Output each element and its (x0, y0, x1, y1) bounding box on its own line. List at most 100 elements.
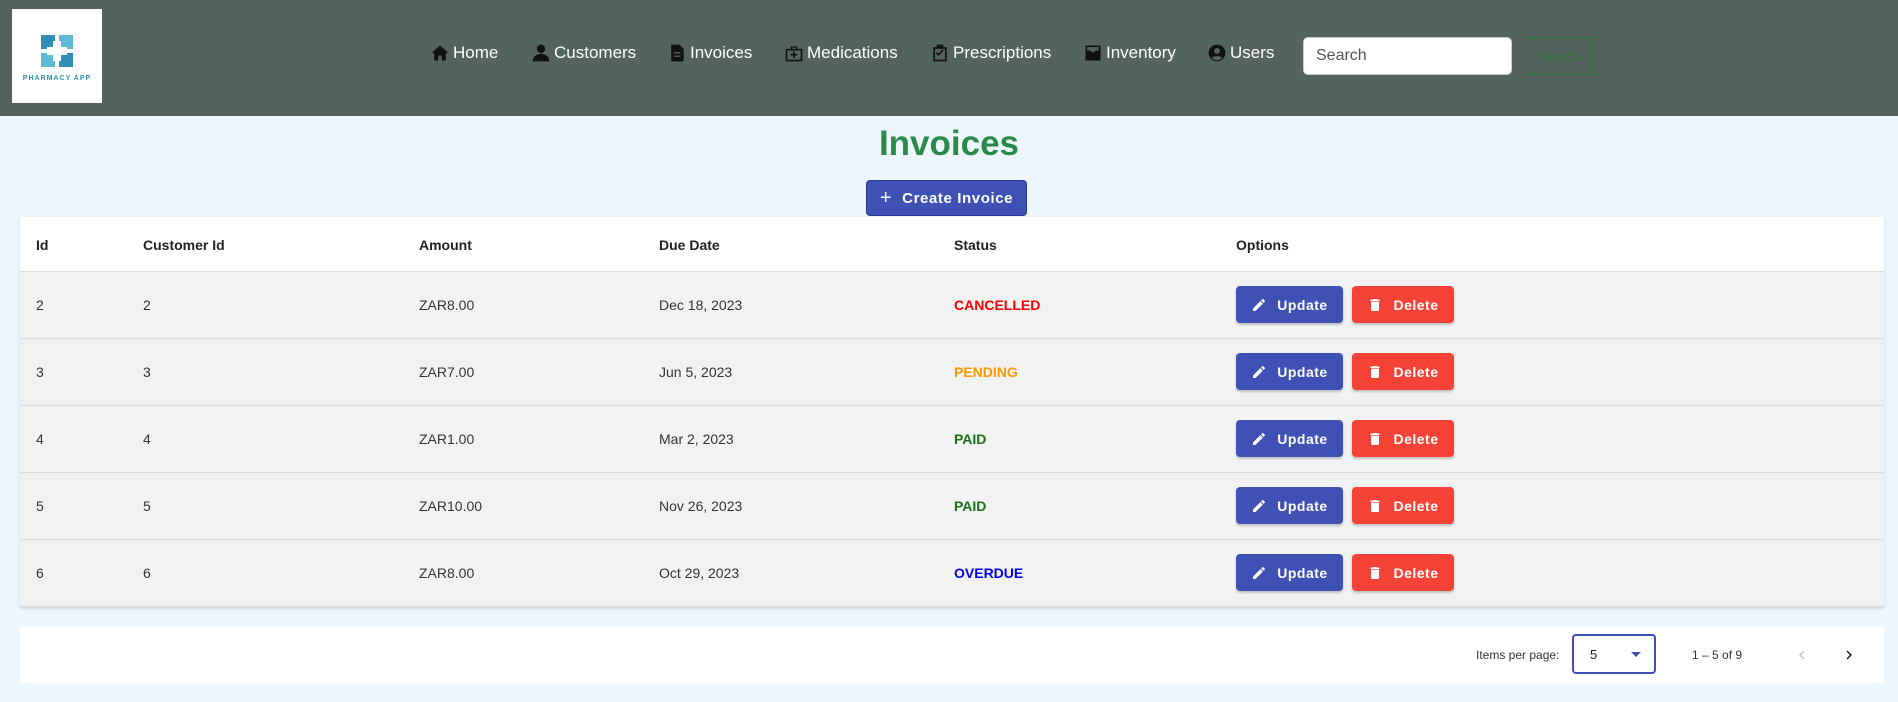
paginator: Items per page: 5 1 – 5 of 9 (20, 627, 1884, 683)
cell-due-date: Dec 18, 2023 (659, 297, 743, 313)
clipboard-check-icon (933, 44, 947, 62)
cell-amount: ZAR10.00 (419, 498, 483, 514)
document-icon (671, 44, 684, 62)
cell-status: PENDING (954, 364, 1018, 380)
column-header-customer-id[interactable]: Customer Id (143, 237, 225, 253)
pencil-icon (1253, 365, 1266, 378)
account-circle-icon (1208, 44, 1226, 62)
nav-medications-label: Medications (807, 43, 898, 62)
table-row: 6 6 ZAR8.00 Oct 29, 2023 OVERDUE Update Delete (20, 540, 1884, 607)
chevron-right-icon (1846, 650, 1852, 660)
cell-id: 5 (36, 498, 44, 514)
nav-prescriptions[interactable]: Prescriptions (930, 43, 1051, 63)
column-header-amount[interactable]: Amount (419, 237, 472, 253)
previous-page-button[interactable] (1788, 641, 1816, 669)
search-button[interactable]: Search (1525, 37, 1593, 75)
trash-icon (1370, 298, 1381, 311)
cell-customer-id: 4 (143, 431, 151, 447)
nav-medications[interactable]: Medications (784, 43, 898, 63)
cell-due-date: Nov 26, 2023 (659, 498, 743, 514)
table-row: 5 5 ZAR10.00 Nov 26, 2023 PAID Update Delete (20, 473, 1884, 540)
items-per-page-value: 5 (1590, 647, 1598, 662)
cell-due-date: Oct 29, 2023 (659, 565, 740, 581)
trash-icon (1370, 499, 1381, 512)
cell-amount: ZAR8.00 (419, 297, 475, 313)
create-invoice-button[interactable]: + Create Invoice (866, 180, 1027, 216)
cell-customer-id: 3 (143, 364, 151, 380)
cell-amount: ZAR1.00 (419, 431, 475, 447)
nav-home[interactable]: Home (430, 43, 498, 63)
items-per-page-select[interactable]: 5 (1572, 634, 1656, 674)
cell-status: CANCELLED (954, 297, 1041, 313)
search-input[interactable] (1303, 37, 1512, 75)
delete-button[interactable]: Delete (1352, 487, 1454, 524)
page-range-label: 1 – 5 of 9 (1692, 648, 1743, 662)
update-button[interactable]: Update (1236, 554, 1343, 591)
nav-prescriptions-label: Prescriptions (953, 43, 1052, 62)
cell-status: OVERDUE (954, 565, 1024, 581)
chevron-left-icon (1799, 650, 1805, 660)
cell-due-date: Jun 5, 2023 (659, 364, 733, 380)
delete-button[interactable]: Delete (1352, 420, 1454, 457)
update-button[interactable]: Update (1236, 487, 1343, 524)
dropdown-arrow-icon (1631, 652, 1641, 657)
top-navbar: PHARMACY APP Home Customers Invoices Med… (0, 0, 1898, 116)
nav-home-label: Home (453, 43, 499, 62)
items-per-page-label: Items per page: (1476, 648, 1560, 662)
pencil-icon (1253, 298, 1266, 311)
cell-id: 4 (36, 431, 44, 447)
trash-icon (1370, 365, 1381, 378)
nav-users-label: Users (1230, 43, 1275, 62)
invoices-table: Id Customer Id Amount Due Date Status Op… (20, 217, 1884, 607)
column-header-options: Options (1236, 237, 1289, 253)
nav-users[interactable]: Users (1207, 43, 1274, 63)
nav-invoices[interactable]: Invoices (667, 43, 752, 63)
trash-icon (1370, 566, 1381, 579)
home-icon (431, 45, 449, 61)
update-label: Update (1277, 363, 1328, 380)
cell-id: 3 (36, 364, 44, 380)
pencil-icon (1253, 566, 1266, 579)
cell-customer-id: 6 (143, 565, 151, 581)
nav-inventory[interactable]: Inventory (1083, 43, 1176, 63)
table-row: 2 2 ZAR8.00 Dec 18, 2023 CANCELLED Update Dele… (20, 272, 1884, 339)
delete-button[interactable]: Delete (1352, 554, 1454, 591)
cell-id: 2 (36, 297, 44, 313)
column-header-due-date[interactable]: Due Date (659, 237, 720, 253)
update-label: Update (1277, 564, 1328, 581)
column-header-status[interactable]: Status (954, 237, 997, 253)
delete-label: Delete (1393, 564, 1439, 581)
plus-icon: + (879, 186, 893, 209)
cell-id: 6 (36, 565, 44, 581)
update-label: Update (1277, 430, 1328, 447)
nav-customers[interactable]: Customers (531, 43, 636, 63)
person-icon (532, 44, 550, 62)
update-label: Update (1277, 497, 1328, 514)
table-row: 3 3 ZAR7.00 Jun 5, 2023 PENDING Update Delete (20, 339, 1884, 406)
page-title: Invoices (878, 124, 1020, 163)
pencil-icon (1253, 432, 1266, 445)
cell-status: PAID (954, 498, 987, 514)
inventory-icon (1085, 45, 1101, 61)
delete-label: Delete (1393, 497, 1439, 514)
delete-button[interactable]: Delete (1352, 286, 1454, 323)
update-button[interactable]: Update (1236, 420, 1343, 457)
create-invoice-label: Create Invoice (902, 189, 1014, 207)
cell-due-date: Mar 2, 2023 (659, 431, 734, 447)
update-button[interactable]: Update (1236, 353, 1343, 390)
delete-label: Delete (1393, 430, 1439, 447)
nav-customers-label: Customers (554, 43, 637, 62)
pencil-icon (1253, 499, 1266, 512)
pharmacy-cross-icon (41, 34, 73, 67)
nav-invoices-label: Invoices (690, 43, 753, 62)
next-page-button[interactable] (1835, 641, 1863, 669)
column-header-id[interactable]: Id (36, 237, 48, 253)
logo-text: PHARMACY APP (22, 74, 92, 82)
cell-amount: ZAR7.00 (419, 364, 475, 380)
cell-customer-id: 2 (143, 297, 151, 313)
medical-bag-icon (785, 46, 803, 62)
delete-button[interactable]: Delete (1352, 353, 1454, 390)
update-label: Update (1277, 296, 1328, 313)
app-logo[interactable]: PHARMACY APP (12, 9, 102, 103)
update-button[interactable]: Update (1236, 286, 1343, 323)
